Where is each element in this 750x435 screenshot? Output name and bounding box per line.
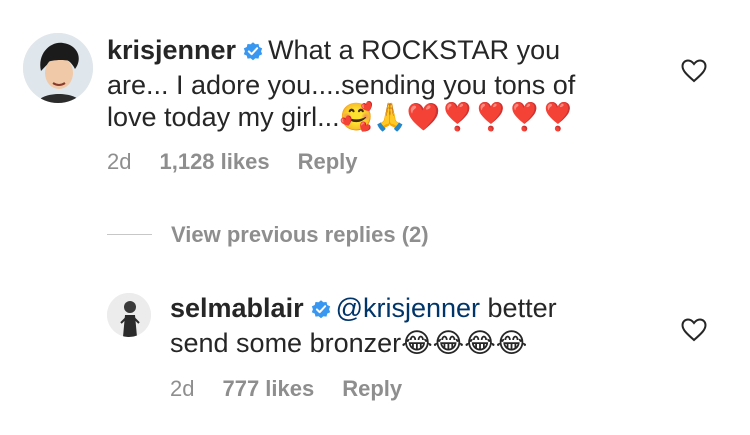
view-previous-replies-button[interactable]: View previous replies (2) — [171, 222, 429, 248]
reply-timestamp: 2d — [170, 376, 195, 401]
reply-likes-count[interactable]: 777 likes — [222, 376, 314, 401]
verified-badge-icon — [242, 37, 264, 69]
reply-username[interactable]: selmablair — [170, 293, 304, 323]
reply-line-2: send some bronzer😂😂😂😂 — [170, 327, 650, 359]
comment-line-3: love today my girl...🥰🙏❤️❣️❣️❣️❣️ — [107, 101, 667, 133]
comment-timestamp: 2d — [107, 149, 132, 174]
reply-text-line-1: better — [480, 293, 557, 323]
reply-emojis: 😂😂😂😂 — [401, 328, 528, 358]
comment-text-line-3: love today my girl... — [107, 102, 340, 132]
replies-divider — [107, 234, 152, 235]
comment-line-1: krisjenner What a ROCKSTAR you — [107, 34, 667, 69]
heart-outline-icon[interactable] — [681, 59, 707, 83]
reply-line-1: selmablair @krisjenner better — [170, 292, 650, 327]
avatar-selmablair[interactable] — [107, 293, 151, 337]
comment-text-line-2: are... I adore you....sending you tons o… — [107, 70, 576, 100]
reply-mention-link[interactable]: @krisjenner — [336, 293, 480, 323]
reply-meta: 2d 777 likes Reply — [170, 376, 430, 402]
verified-badge-icon — [310, 295, 332, 327]
comment-text-line-1: What a ROCKSTAR you — [268, 35, 561, 65]
reply-body: selmablair @krisjenner better send some b… — [170, 292, 650, 359]
comment-meta: 2d 1,128 likes Reply — [107, 149, 386, 175]
comment-reply-button[interactable]: Reply — [298, 149, 358, 174]
comment-emojis: 🥰🙏❤️❣️❣️❣️❣️ — [339, 102, 575, 132]
comment-likes-count[interactable]: 1,128 likes — [159, 149, 269, 174]
reply-text-line-2: send some bronzer — [170, 328, 402, 358]
heart-outline-icon[interactable] — [681, 318, 707, 342]
comment-body: krisjenner What a ROCKSTAR you are... I a… — [107, 34, 667, 133]
comment-username[interactable]: krisjenner — [107, 35, 236, 65]
avatar-krisjenner[interactable] — [23, 33, 93, 103]
reply-reply-button[interactable]: Reply — [342, 376, 402, 401]
